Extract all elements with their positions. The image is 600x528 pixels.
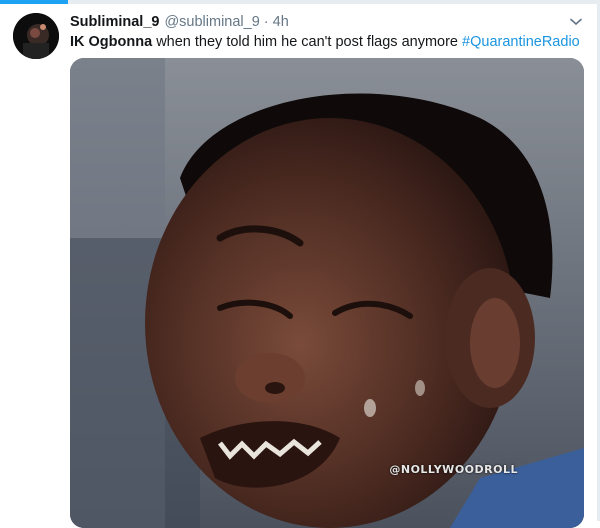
- more-options-button[interactable]: [566, 12, 586, 32]
- crying-child-photo: [70, 58, 584, 528]
- avatar[interactable]: [13, 13, 59, 59]
- tweet-timestamp[interactable]: 4h: [273, 12, 289, 32]
- tweet-text-bold: IK Ogbonna: [70, 34, 153, 50]
- display-name[interactable]: Subliminal_9: [70, 12, 159, 32]
- tweet-header: Subliminal_9 @subliminal_9 · 4h: [70, 12, 289, 32]
- user-handle[interactable]: @subliminal_9: [164, 12, 259, 32]
- chevron-down-icon: [570, 18, 582, 26]
- media-watermark: @NOLLYWOODROLL: [389, 463, 518, 476]
- top-divider: [0, 0, 600, 4]
- avatar-image: [13, 13, 59, 59]
- active-tab-indicator: [0, 0, 68, 4]
- tweet-media[interactable]: @NOLLYWOODROLL: [70, 58, 584, 528]
- tweet-text-body: when they told him he can't post flags a…: [152, 34, 463, 50]
- hashtag-link[interactable]: #QuarantineRadio: [462, 34, 580, 50]
- separator-dot: ·: [263, 14, 269, 30]
- tweet-text: IK Ogbonna when they told him he can't p…: [70, 32, 585, 52]
